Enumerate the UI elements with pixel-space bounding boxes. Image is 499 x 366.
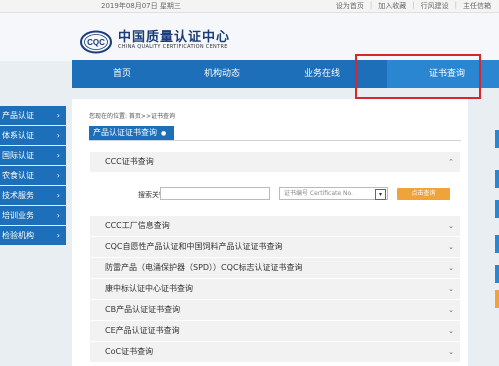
separator: | bbox=[369, 1, 373, 9]
accordion-title: CB产品认证证书查询 bbox=[105, 305, 181, 314]
sidebar-item-product-cert[interactable]: 产品认证 › bbox=[0, 106, 66, 125]
side-widget[interactable] bbox=[495, 290, 499, 308]
bullet-icon: ● bbox=[161, 130, 167, 137]
cqc-logo-icon[interactable]: CQC bbox=[80, 30, 112, 54]
sidebar-item-intl-cert[interactable]: 国际认证 › bbox=[0, 146, 66, 165]
sidebar-item-label: 产品认证 bbox=[2, 111, 34, 120]
logo-text: CQC bbox=[87, 38, 105, 47]
sidebar: 产品认证 › 体系认证 › 国际认证 › 农食认证 › 技术服务 › 培训业务 › 检验机构… bbox=[0, 106, 66, 246]
sidebar-item-label: 体系认证 bbox=[2, 131, 34, 140]
chevron-right-icon: › bbox=[56, 131, 60, 140]
side-widget[interactable] bbox=[495, 265, 499, 283]
chevron-down-icon: ⌄ bbox=[448, 243, 454, 251]
search-button[interactable]: 点击查询 bbox=[397, 188, 450, 200]
top-bar: 2019年08月07日 星期三 设为首页 | 加入收藏 | 行风建设 | 主任信箱 bbox=[0, 0, 499, 13]
chevron-down-icon: ⌄ bbox=[448, 327, 454, 335]
sidebar-item-system-cert[interactable]: 体系认证 › bbox=[0, 126, 66, 145]
chevron-right-icon: › bbox=[56, 171, 60, 180]
accordion-title: 防雷产品（电涌保护器（SPD））CQC标志认证证书查询 bbox=[105, 263, 303, 272]
sidebar-item-label: 国际认证 bbox=[2, 151, 34, 160]
chevron-right-icon: › bbox=[56, 111, 60, 120]
accordion-item[interactable]: CCC工厂信息查询 ⌄ bbox=[90, 216, 460, 237]
accordion-title: CCC证书查询 bbox=[105, 157, 154, 166]
search-input[interactable] bbox=[160, 187, 270, 200]
accordion-item[interactable]: CQC自愿性产品认证和中国饲料产品认证证书查询 ⌄ bbox=[90, 237, 460, 258]
chevron-down-icon: ⌄ bbox=[448, 264, 454, 272]
side-widget[interactable] bbox=[495, 130, 499, 148]
director-mailbox-link[interactable]: 主任信箱 bbox=[463, 1, 491, 11]
accordion-title: CE产品认证证书查询 bbox=[105, 326, 180, 335]
accordion-item[interactable]: 防雷产品（电涌保护器（SPD））CQC标志认证证书查询 ⌄ bbox=[90, 258, 460, 279]
chevron-down-icon: ⌄ bbox=[448, 306, 454, 314]
section-title: 产品认证证书查询 ● bbox=[89, 126, 175, 140]
accordion-item[interactable]: 康中标认证中心证书查询 ⌄ bbox=[90, 279, 460, 300]
chevron-down-icon: ⌄ bbox=[448, 348, 454, 356]
accordion-item[interactable]: CoC证书查询 ⌄ bbox=[90, 342, 460, 363]
chevron-right-icon: › bbox=[56, 191, 60, 200]
chevron-right-icon: › bbox=[56, 231, 60, 240]
sidebar-item-label: 检验机构 bbox=[2, 231, 34, 240]
add-favorite-link[interactable]: 加入收藏 bbox=[378, 1, 406, 11]
sidebar-item-training[interactable]: 培训业务 › bbox=[0, 206, 66, 225]
chevron-down-icon: ⌄ bbox=[448, 285, 454, 293]
accordion-title: CQC自愿性产品认证和中国饲料产品认证证书查询 bbox=[105, 242, 283, 251]
site-subtitle: CHINA QUALITY CERTIFICATION CENTRE bbox=[118, 44, 228, 50]
accordion-title: CoC证书查询 bbox=[105, 347, 154, 356]
chevron-right-icon: › bbox=[56, 211, 60, 220]
accordion-title: CCC工厂信息查询 bbox=[105, 221, 170, 230]
nav-news[interactable]: 机构动态 bbox=[172, 60, 272, 88]
right-sidebar bbox=[490, 125, 499, 366]
accordion-ccc-query[interactable]: CCC证书查询 ⌃ bbox=[90, 152, 460, 173]
sidebar-item-inspection[interactable]: 检验机构 › bbox=[0, 226, 66, 245]
breadcrumb: 您现在的位置: 首页>>证书查询 bbox=[89, 113, 175, 120]
conduct-link[interactable]: 行风建设 bbox=[421, 1, 449, 11]
chevron-right-icon: › bbox=[56, 151, 60, 160]
chevron-down-icon: ▾ bbox=[375, 189, 386, 200]
search-type-value: 证书编号 Certificate No. bbox=[284, 190, 353, 197]
section-title-text: 产品认证证书查询 bbox=[93, 128, 157, 137]
separator: | bbox=[412, 1, 415, 9]
sidebar-item-agri-food-cert[interactable]: 农食认证 › bbox=[0, 166, 66, 185]
side-widget[interactable] bbox=[495, 170, 499, 188]
sidebar-item-label: 技术服务 bbox=[2, 191, 34, 200]
sidebar-item-label: 农食认证 bbox=[2, 171, 34, 180]
accordion-item[interactable]: CE产品认证证书查询 ⌄ bbox=[90, 321, 460, 342]
section-header: 产品认证证书查询 ● bbox=[89, 126, 461, 141]
search-type-select[interactable]: 证书编号 Certificate No. ▾ bbox=[279, 187, 388, 200]
date-text: 2019年08月07日 星期三 bbox=[101, 2, 181, 10]
accordion-title: 康中标认证中心证书查询 bbox=[105, 284, 193, 293]
chevron-down-icon: ⌄ bbox=[448, 222, 454, 230]
side-widget[interactable] bbox=[495, 200, 499, 218]
site-title: 中国质量认证中心 bbox=[118, 30, 231, 45]
nav-home[interactable]: 首页 bbox=[72, 60, 172, 88]
highlight-box bbox=[355, 54, 481, 99]
set-homepage-link[interactable]: 设为首页 bbox=[336, 1, 364, 11]
sidebar-item-tech-service[interactable]: 技术服务 › bbox=[0, 186, 66, 205]
accordion-item[interactable]: CB产品认证证书查询 ⌄ bbox=[90, 300, 460, 321]
separator: | bbox=[454, 1, 457, 9]
side-widget[interactable] bbox=[495, 235, 499, 253]
chevron-up-icon: ⌃ bbox=[448, 158, 454, 166]
sidebar-item-label: 培训业务 bbox=[2, 211, 34, 220]
top-links: 设为首页 | 加入收藏 | 行风建设 | 主任信箱 bbox=[336, 1, 491, 11]
